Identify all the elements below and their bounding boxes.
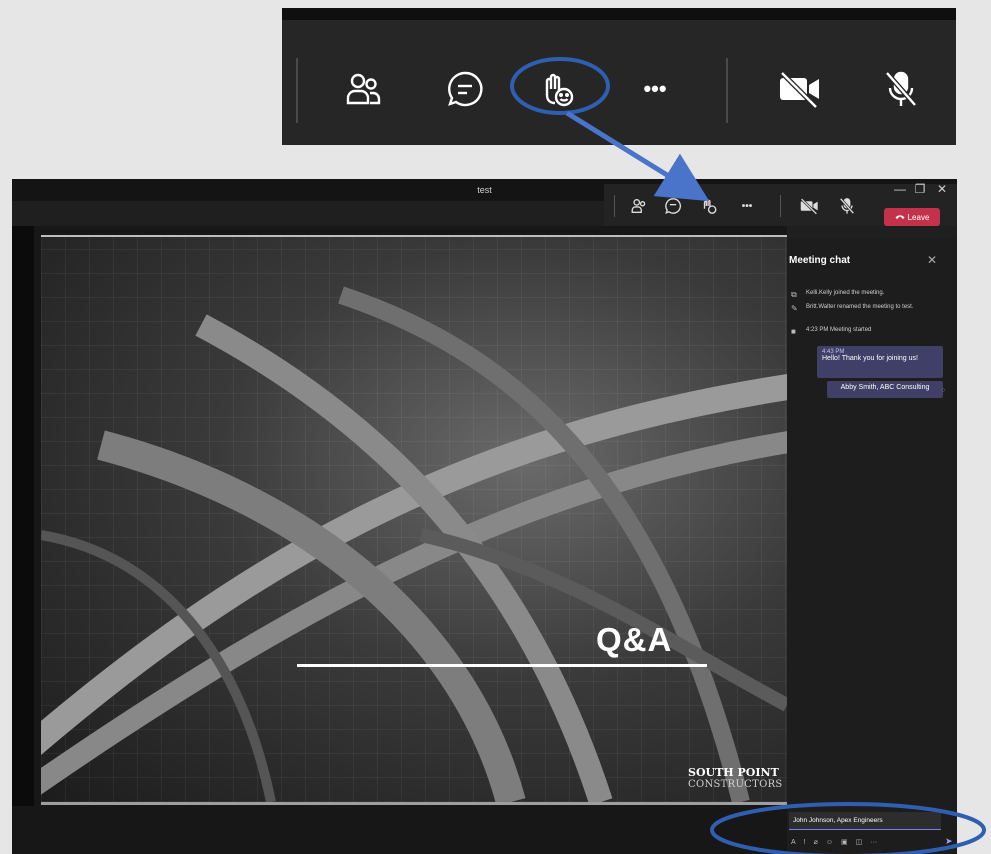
mic-off-icon[interactable] bbox=[876, 64, 926, 114]
chat-icon[interactable] bbox=[440, 64, 490, 114]
system-message-text: 4:23 PM Meeting started bbox=[806, 327, 872, 333]
system-message: ⧉ Kelli.Kelly joined the meeting. bbox=[791, 290, 941, 300]
close-chat-button[interactable]: ✕ bbox=[927, 253, 937, 267]
slide-heading: Q&A bbox=[596, 621, 673, 658]
chat-icon[interactable] bbox=[662, 195, 684, 217]
video-icon: ■ bbox=[791, 327, 796, 336]
compose-toolbar: A ! ⌀ ☺ ▣ ◫ ··· bbox=[791, 836, 943, 848]
leave-button[interactable]: Leave bbox=[884, 208, 940, 226]
shared-slide: Q&A SOUTH POINT CONSTRUCTORS bbox=[41, 235, 787, 802]
minimize-button[interactable]: — bbox=[892, 182, 908, 196]
toolbar-divider bbox=[726, 58, 728, 123]
pencil-icon: ✎ bbox=[791, 304, 798, 313]
chat-message[interactable]: Abby Smith, ABC Consulting bbox=[827, 381, 943, 398]
leave-label: Leave bbox=[907, 212, 930, 222]
message-text: Hello! Thank you for joining us! bbox=[822, 355, 918, 362]
mic-off-icon[interactable] bbox=[836, 195, 858, 217]
toolbar-divider bbox=[614, 195, 615, 217]
emoji-icon[interactable]: ☺ bbox=[826, 839, 833, 846]
highway-interchange-image bbox=[41, 286, 787, 802]
company-logo-line2: CONSTRUCTORS bbox=[688, 779, 783, 790]
restore-button[interactable]: ❐ bbox=[912, 182, 928, 196]
people-icon[interactable] bbox=[628, 195, 650, 217]
camera-off-icon[interactable] bbox=[774, 64, 824, 114]
more-options-icon[interactable]: ••• bbox=[630, 64, 680, 114]
people-icon[interactable] bbox=[338, 64, 388, 114]
system-message-text: Kelli.Kelly joined the meeting. bbox=[806, 290, 885, 296]
more-options-icon[interactable]: ••• bbox=[736, 195, 758, 217]
important-icon[interactable]: ! bbox=[804, 839, 806, 846]
system-message-text: Britt.Walter renamed the meeting to test… bbox=[806, 304, 914, 310]
attach-icon[interactable]: ⌀ bbox=[814, 838, 818, 846]
company-logo-line1: SOUTH POINT bbox=[688, 766, 779, 779]
compose-input[interactable]: John Johnson, Apex Engineers bbox=[789, 812, 941, 830]
close-window-button[interactable]: ✕ bbox=[934, 182, 950, 196]
zoomed-toolbar-callout: ••• bbox=[282, 8, 956, 145]
more-icon[interactable]: ··· bbox=[870, 839, 877, 846]
gif-icon[interactable]: ▣ bbox=[841, 838, 848, 846]
send-button[interactable]: ➤ bbox=[945, 836, 953, 847]
sticker-icon[interactable]: ◫ bbox=[856, 838, 863, 846]
raise-hand-reactions-icon[interactable] bbox=[532, 64, 582, 114]
system-message: ■ 4:23 PM Meeting started bbox=[791, 327, 941, 336]
join-icon: ⧉ bbox=[791, 290, 797, 299]
slide-bottom-edge bbox=[41, 802, 787, 805]
stage-left-edge bbox=[12, 226, 34, 806]
toolbar-divider bbox=[780, 195, 781, 217]
message-text: Abby Smith, ABC Consulting bbox=[840, 384, 930, 391]
format-icon[interactable]: A bbox=[791, 839, 796, 846]
camera-off-icon[interactable] bbox=[798, 195, 820, 217]
heading-underline bbox=[297, 664, 707, 667]
chat-heading: Meeting chat bbox=[789, 255, 851, 266]
toolbar-divider bbox=[296, 58, 298, 123]
meeting-window: test ••• — ❐ ✕ Leave Q&A SOUTH POINT CON… bbox=[12, 179, 957, 854]
phone-hangup-icon bbox=[895, 213, 905, 222]
meeting-chat-panel: Meeting chat ✕ ⧉ Kelli.Kelly joined the … bbox=[787, 238, 957, 854]
raise-hand-reactions-icon[interactable] bbox=[698, 195, 720, 217]
zoom-topline bbox=[282, 8, 956, 20]
sent-status-icon: ○ bbox=[941, 387, 946, 394]
chat-message[interactable]: 4:43 PM Hello! Thank you for joining us! bbox=[817, 346, 943, 378]
system-message: ✎ Britt.Walter renamed the meeting to te… bbox=[791, 304, 941, 313]
